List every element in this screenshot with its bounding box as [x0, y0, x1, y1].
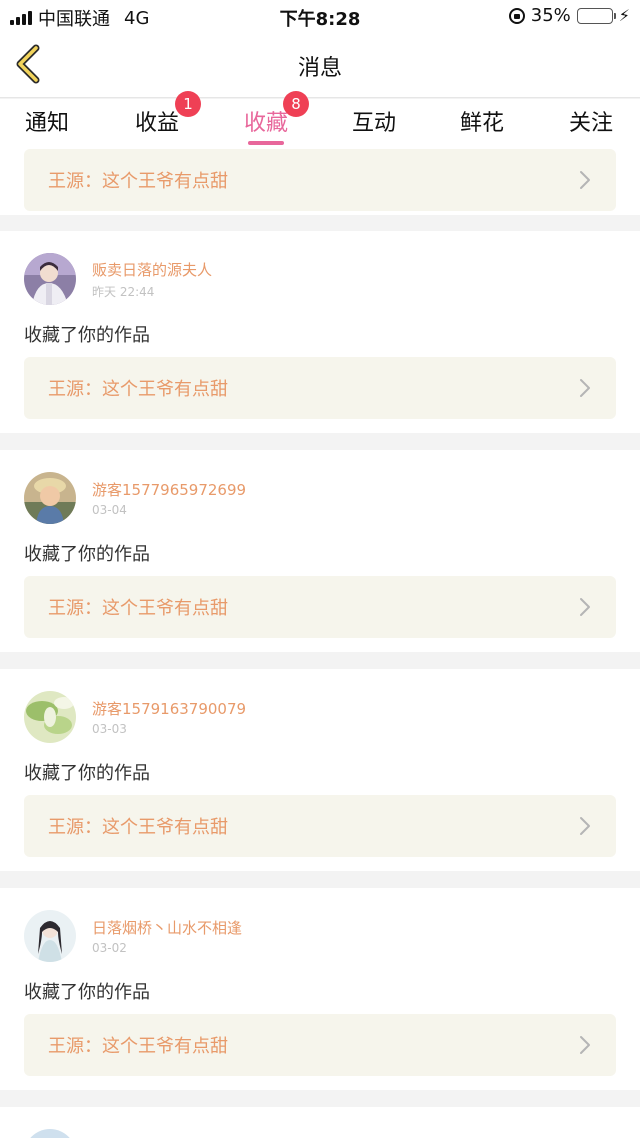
avatar[interactable] [24, 910, 76, 962]
chevron-right-icon [580, 817, 590, 835]
list-item: 王源：这个王爷有点甜 [0, 147, 640, 215]
work-title: 王源：这个王爷有点甜 [48, 817, 228, 838]
timestamp: 03-02 [92, 941, 127, 955]
nav-bar: 消息 [0, 32, 640, 98]
status-bar: 中国联通 4G 下午8:28 35% ⚡ [0, 0, 640, 32]
tab-earnings[interactable]: 收益 1 [107, 91, 207, 147]
chevron-right-icon [580, 598, 590, 616]
chevron-right-icon [580, 1036, 590, 1054]
timestamp: 03-03 [92, 722, 127, 736]
action-text: 收藏了你的作品 [24, 325, 150, 346]
avatar[interactable] [24, 1129, 76, 1138]
list-item: 游客1577965972699 03-04 收藏了你的作品 王源：这个王爷有点甜 [0, 450, 640, 652]
message-list: 王源：这个王爷有点甜 贩卖日落的源夫人 昨天 22:44 收藏了你的作品 王源：… [0, 147, 640, 1138]
username[interactable]: 游客1577965972699 [92, 479, 246, 500]
timestamp: 03-04 [92, 503, 127, 517]
page-title: 消息 [297, 56, 342, 81]
work-title: 王源：这个王爷有点甜 [48, 1036, 228, 1057]
username[interactable]: 贩卖日落的源夫人 [92, 259, 212, 280]
tab-label: 收藏 [243, 111, 288, 136]
work-reference[interactable]: 王源：这个王爷有点甜 [24, 1014, 616, 1076]
action-text: 收藏了你的作品 [24, 763, 150, 784]
tab-label: 通知 [24, 111, 69, 136]
avatar[interactable] [24, 253, 76, 305]
tab-label: 关注 [568, 111, 613, 136]
orientation-lock-icon [508, 7, 525, 24]
tab-label: 收益 [134, 111, 179, 136]
tab-bar: 通知 收益 1 收藏 8 互动 鲜花 关注 [0, 91, 640, 147]
list-item: 贩卖日落的源夫人 昨天 22:44 收藏了你的作品 王源：这个王爷有点甜 [0, 231, 640, 433]
favorites-badge: 8 [283, 91, 309, 117]
avatar[interactable] [24, 691, 76, 743]
battery-icon [576, 7, 616, 24]
avatar[interactable] [24, 472, 76, 524]
chevron-right-icon [580, 379, 590, 397]
tab-notice[interactable]: 通知 [0, 105, 97, 147]
work-reference[interactable]: 王源：这个王爷有点甜 [24, 576, 616, 638]
tab-favorites[interactable]: 收藏 8 [216, 91, 316, 147]
work-title: 王源：这个王爷有点甜 [48, 379, 228, 400]
active-tab-indicator [248, 141, 284, 145]
list-item: 游客1579163790079 03-03 收藏了你的作品 王源：这个王爷有点甜 [0, 669, 640, 871]
work-title: 王源：这个王爷有点甜 [48, 171, 228, 192]
charging-icon: ⚡ [618, 6, 630, 25]
list-item: 日落烟桥丶山水不相逢 03-02 收藏了你的作品 王源：这个王爷有点甜 [0, 888, 640, 1090]
action-text: 收藏了你的作品 [24, 544, 150, 565]
battery-percent: 35% [530, 5, 571, 26]
work-reference[interactable]: 王源：这个王爷有点甜 [24, 149, 616, 211]
work-title: 王源：这个王爷有点甜 [48, 598, 228, 619]
tab-label: 鲜花 [459, 111, 504, 136]
tab-follow[interactable]: 关注 [541, 105, 640, 147]
username[interactable]: 游客1579163790079 [92, 698, 246, 719]
work-reference[interactable]: 王源：这个王爷有点甜 [24, 795, 616, 857]
timestamp: 昨天 22:44 [92, 284, 155, 299]
earnings-badge: 1 [175, 91, 201, 117]
tab-flowers[interactable]: 鲜花 [432, 105, 532, 147]
list-item [0, 1107, 640, 1138]
username[interactable]: 日落烟桥丶山水不相逢 [92, 917, 242, 938]
tab-interaction[interactable]: 互动 [324, 105, 424, 147]
chevron-right-icon [580, 171, 590, 189]
work-reference[interactable]: 王源：这个王爷有点甜 [24, 357, 616, 419]
tab-label: 互动 [351, 111, 396, 136]
action-text: 收藏了你的作品 [24, 982, 150, 1003]
